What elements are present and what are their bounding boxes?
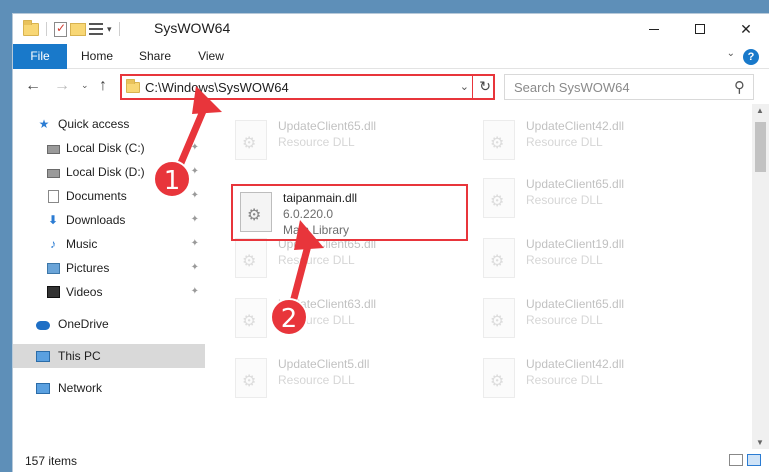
annotation-arrows bbox=[174, 86, 324, 307]
arrow-1-shaft bbox=[174, 102, 210, 172]
arrow-1-head bbox=[192, 86, 222, 114]
arrow-2-head bbox=[294, 220, 324, 250]
step-1-badge: 1 bbox=[153, 160, 191, 198]
step-2-badge: 2 bbox=[270, 298, 308, 336]
